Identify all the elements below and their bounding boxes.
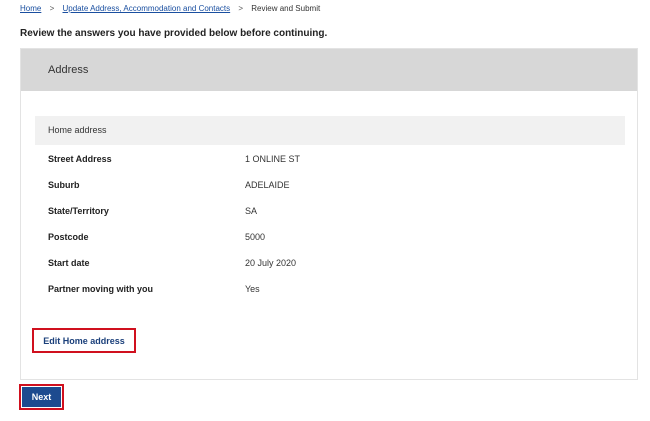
detail-value: Yes xyxy=(245,284,260,294)
breadcrumb-current: Review and Submit xyxy=(251,4,321,13)
breadcrumb: Home > Update Address, Accommodation and… xyxy=(20,4,320,13)
detail-value: ADELAIDE xyxy=(245,180,290,190)
detail-value: 1 ONLINE ST xyxy=(245,154,301,164)
detail-value: 20 July 2020 xyxy=(245,258,297,268)
page-intro: Review the answers you have provided bel… xyxy=(20,28,328,39)
detail-label: Partner moving with you xyxy=(48,284,154,294)
section-title: Address xyxy=(21,49,637,91)
detail-label: State/Territory xyxy=(48,206,109,216)
detail-value: SA xyxy=(245,206,258,216)
breadcrumb-update-link[interactable]: Update Address, Accommodation and Contac… xyxy=(62,4,230,13)
breadcrumb-separator: > xyxy=(238,4,244,13)
detail-label: Street Address xyxy=(48,154,112,164)
detail-label: Suburb xyxy=(48,180,80,190)
edit-home-address-button[interactable]: Edit Home address xyxy=(32,328,136,353)
next-button-label: Next xyxy=(22,387,61,407)
breadcrumb-separator: > xyxy=(49,4,55,13)
subsection-title: Home address xyxy=(35,116,625,145)
next-button[interactable]: Next xyxy=(19,384,64,410)
breadcrumb-home-link[interactable]: Home xyxy=(20,4,41,13)
detail-value: 5000 xyxy=(245,232,266,242)
detail-label: Postcode xyxy=(48,232,89,242)
detail-label: Start date xyxy=(48,258,90,268)
